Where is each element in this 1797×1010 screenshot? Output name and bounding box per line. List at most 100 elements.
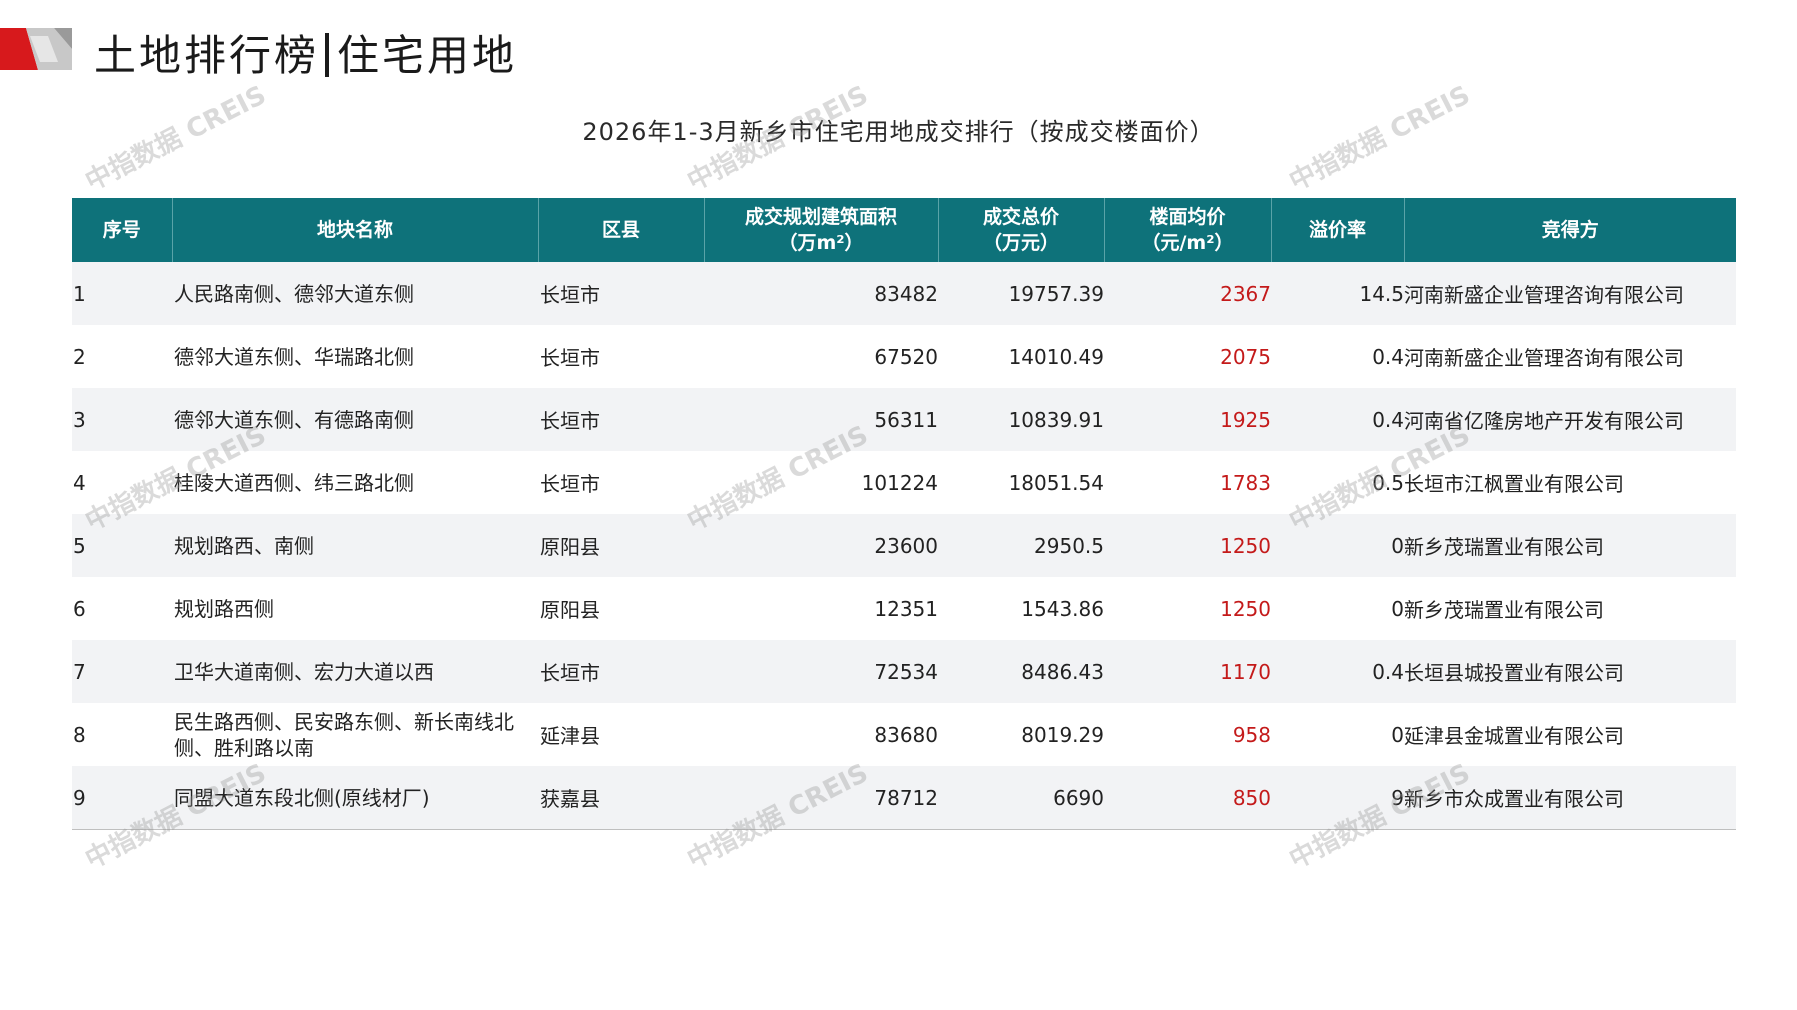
cell-total-price: 8019.29 <box>938 703 1104 766</box>
cell-parcel-name: 规划路西、南侧 <box>172 514 538 577</box>
column-header-unit: （万元） <box>982 232 1059 254</box>
cell-total-price: 6690 <box>938 766 1104 830</box>
cell-premium-rate: 9 <box>1271 766 1404 830</box>
cell-parcel-name: 卫华大道南侧、宏力大道以西 <box>172 640 538 703</box>
cell-total-price: 1543.86 <box>938 577 1104 640</box>
cell-winning-bidder: 长垣县城投置业有限公司 <box>1404 640 1736 703</box>
cell-district: 长垣市 <box>538 262 704 325</box>
cell-premium-rate: 0.4 <box>1271 325 1404 388</box>
cell-floor-price: 1250 <box>1104 577 1271 640</box>
cell-index: 2 <box>72 325 172 388</box>
cell-winning-bidder: 延津县金城置业有限公司 <box>1404 703 1736 766</box>
cell-parcel-name: 同盟大道东段北侧(原线材厂) <box>172 766 538 830</box>
cell-index: 5 <box>72 514 172 577</box>
cell-floor-price: 2075 <box>1104 325 1271 388</box>
cell-floor-area: 83680 <box>704 703 938 766</box>
cell-premium-rate: 0.4 <box>1271 388 1404 451</box>
cell-district: 长垣市 <box>538 388 704 451</box>
cell-premium-rate: 0 <box>1271 703 1404 766</box>
cell-floor-price: 1925 <box>1104 388 1271 451</box>
cell-total-price: 8486.43 <box>938 640 1104 703</box>
brand-logo-icon <box>0 28 72 70</box>
table-row: 4 桂陵大道西侧、纬三路北侧 长垣市 101224 18051.54 1783 0.5 长垣市… <box>72 451 1736 514</box>
cell-winning-bidder: 新乡茂瑞置业有限公司 <box>1404 514 1736 577</box>
cell-floor-price: 1250 <box>1104 514 1271 577</box>
cell-total-price: 19757.39 <box>938 262 1104 325</box>
title-divider <box>325 33 330 77</box>
cell-parcel-name: 德邻大道东侧、华瑞路北侧 <box>172 325 538 388</box>
cell-floor-area: 23600 <box>704 514 938 577</box>
cell-district: 延津县 <box>538 703 704 766</box>
cell-floor-area: 67520 <box>704 325 938 388</box>
column-header-label: 区县 <box>601 219 640 241</box>
column-header: 溢价率 <box>1271 198 1405 262</box>
cell-winning-bidder: 新乡市众成置业有限公司 <box>1404 766 1736 830</box>
cell-winning-bidder: 河南新盛企业管理咨询有限公司 <box>1404 262 1736 325</box>
cell-index: 8 <box>72 703 172 766</box>
cell-premium-rate: 14.5 <box>1271 262 1404 325</box>
cell-floor-price: 1170 <box>1104 640 1271 703</box>
cell-winning-bidder: 长垣市江枫置业有限公司 <box>1404 451 1736 514</box>
cell-district: 长垣市 <box>538 640 704 703</box>
table-row: 2 德邻大道东侧、华瑞路北侧 长垣市 67520 14010.49 2075 0.4 河南新盛… <box>72 325 1736 388</box>
cell-floor-area: 56311 <box>704 388 938 451</box>
cell-district: 原阳县 <box>538 577 704 640</box>
cell-index: 1 <box>72 262 172 325</box>
table-caption: 2026年1-3月新乡市住宅用地成交排行（按成交楼面价） <box>582 118 1215 146</box>
column-header-label: 成交总价 <box>982 206 1059 228</box>
cell-parcel-name: 民生路西侧、民安路东侧、新长南线北侧、胜利路以南 <box>172 703 538 766</box>
cell-floor-price: 958 <box>1104 703 1271 766</box>
page-title-section: 土地排行榜 <box>94 31 320 80</box>
cell-floor-area: 72534 <box>704 640 938 703</box>
cell-parcel-name: 桂陵大道西侧、纬三路北侧 <box>172 451 538 514</box>
column-header-unit: （元/m²） <box>1141 232 1234 254</box>
cell-district: 获嘉县 <box>538 766 704 830</box>
cell-index: 4 <box>72 451 172 514</box>
column-header-label: 序号 <box>102 219 141 241</box>
table-row: 5 规划路西、南侧 原阳县 23600 2950.5 1250 0 新乡茂瑞置业有限公司 <box>72 514 1736 577</box>
table-row: 6 规划路西侧 原阳县 12351 1543.86 1250 0 新乡茂瑞置业有限公司 <box>72 577 1736 640</box>
cell-floor-area: 83482 <box>704 262 938 325</box>
cell-parcel-name: 德邻大道东侧、有德路南侧 <box>172 388 538 451</box>
table-row: 1 人民路南侧、德邻大道东侧 长垣市 83482 19757.39 2367 14.5 河南新… <box>72 262 1736 325</box>
cell-floor-area: 12351 <box>704 577 938 640</box>
cell-premium-rate: 0.5 <box>1271 451 1404 514</box>
cell-winning-bidder: 河南省亿隆房地产开发有限公司 <box>1404 388 1736 451</box>
page-title-subsection: 住宅用地 <box>337 31 518 80</box>
cell-total-price: 14010.49 <box>938 325 1104 388</box>
column-header-label: 竞得方 <box>1541 219 1599 241</box>
column-header: 区县 <box>538 198 705 262</box>
page: 土地排行榜 住宅用地 2026年1-3月新乡市住宅用地成交排行（按成交楼面价） 序… <box>0 0 1797 1010</box>
page-title: 土地排行榜 住宅用地 <box>94 22 517 83</box>
column-header: 竞得方 <box>1404 198 1736 262</box>
cell-winning-bidder: 新乡茂瑞置业有限公司 <box>1404 577 1736 640</box>
column-header-label: 溢价率 <box>1308 219 1366 241</box>
table-row: 8 民生路西侧、民安路东侧、新长南线北侧、胜利路以南 延津县 83680 8019.29… <box>72 703 1736 766</box>
cell-premium-rate: 0 <box>1271 514 1404 577</box>
column-header-label: 成交规划建筑面积 <box>744 206 897 228</box>
cell-parcel-name: 人民路南侧、德邻大道东侧 <box>172 262 538 325</box>
cell-premium-rate: 0 <box>1271 577 1404 640</box>
cell-total-price: 10839.91 <box>938 388 1104 451</box>
cell-floor-price: 2367 <box>1104 262 1271 325</box>
cell-index: 7 <box>72 640 172 703</box>
column-header-label: 地块名称 <box>316 219 393 241</box>
column-header: 成交规划建筑面积 （万m²） <box>704 198 939 262</box>
cell-floor-price: 850 <box>1104 766 1271 830</box>
cell-total-price: 2950.5 <box>938 514 1104 577</box>
table-row: 7 卫华大道南侧、宏力大道以西 长垣市 72534 8486.43 1170 0.4 长垣县城… <box>72 640 1736 703</box>
column-header: 成交总价 （万元） <box>938 198 1105 262</box>
cell-index: 3 <box>72 388 172 451</box>
cell-index: 9 <box>72 766 172 830</box>
cell-winning-bidder: 河南新盛企业管理咨询有限公司 <box>1404 325 1736 388</box>
cell-total-price: 18051.54 <box>938 451 1104 514</box>
cell-floor-area: 101224 <box>704 451 938 514</box>
land-ranking-table: 序号 地块名称 区县 成交规划建筑面积 （万m²） 成交总价 （万元） 楼面均价 （元/m²） 溢… <box>72 198 1736 830</box>
cell-district: 原阳县 <box>538 514 704 577</box>
column-header: 地块名称 <box>172 198 539 262</box>
cell-parcel-name: 规划路西侧 <box>172 577 538 640</box>
cell-floor-price: 1783 <box>1104 451 1271 514</box>
cell-district: 长垣市 <box>538 451 704 514</box>
table-row: 3 德邻大道东侧、有德路南侧 长垣市 56311 10839.91 1925 0.4 河南省亿… <box>72 388 1736 451</box>
column-header-label: 楼面均价 <box>1149 206 1226 228</box>
